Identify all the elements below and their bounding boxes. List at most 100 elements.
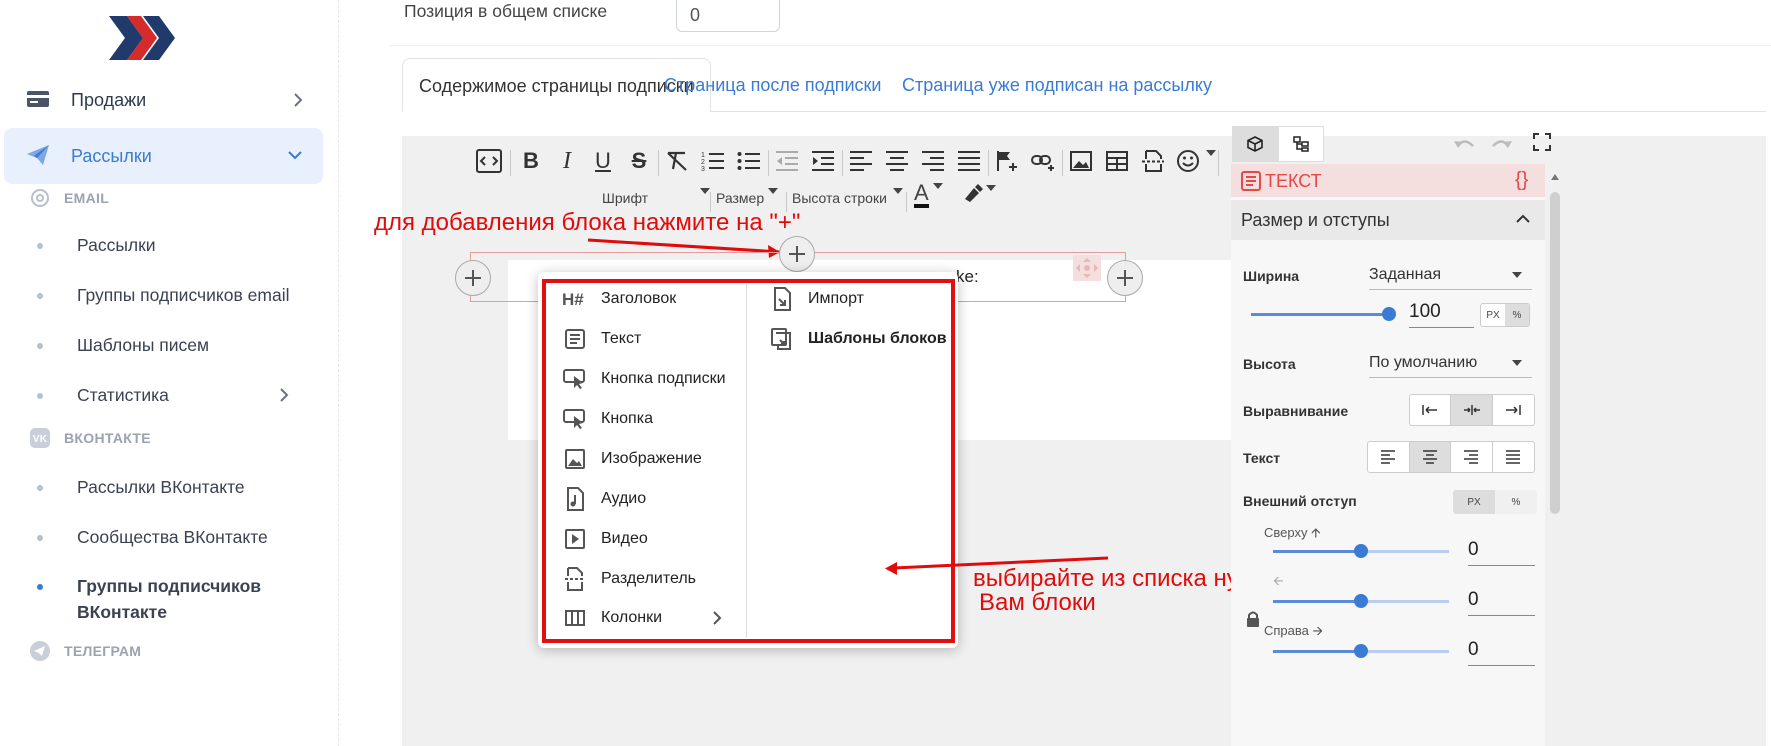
emoji-icon[interactable] — [1174, 146, 1204, 176]
svg-text:3: 3 — [701, 166, 705, 172]
text-align-center-icon[interactable] — [1409, 442, 1451, 472]
align-end-icon[interactable] — [1493, 395, 1534, 425]
menu-item-video[interactable]: Видео — [561, 524, 648, 554]
size-section-header[interactable]: Размер и отступы — [1231, 200, 1545, 240]
tab-structure[interactable] — [1278, 126, 1324, 162]
structure-icon — [1293, 136, 1309, 152]
nav-mailings[interactable]: Рассылки — [4, 128, 323, 184]
highlight-pen-icon[interactable] — [960, 182, 996, 207]
tab-block-settings[interactable] — [1232, 126, 1278, 162]
text-align-right-icon[interactable] — [1451, 442, 1493, 472]
width-slider-knob[interactable] — [1382, 307, 1396, 321]
emoji-dropdown-icon[interactable] — [1206, 150, 1216, 156]
text-align-justify-icon[interactable] — [1493, 442, 1534, 472]
flag-add-icon[interactable] — [992, 146, 1022, 176]
properties-panel: ТЕКСТ {} Размер и отступы Ширина Заданна… — [1231, 164, 1545, 746]
underline-icon[interactable]: U — [588, 146, 618, 176]
text-align-left-icon[interactable] — [1368, 442, 1410, 472]
menu-item-image[interactable]: Изображение — [561, 444, 702, 474]
align-justify-icon[interactable] — [954, 146, 984, 176]
block-text: ke: — [956, 267, 979, 286]
panel-scrollbar[interactable] — [1548, 170, 1562, 746]
menu-item-import[interactable]: Импорт — [768, 284, 864, 314]
chevron-down-icon — [1512, 360, 1522, 366]
width-value-input[interactable]: 100 — [1409, 298, 1474, 328]
image-icon[interactable] — [1066, 146, 1096, 176]
align-left-icon[interactable] — [846, 146, 876, 176]
bold-icon[interactable]: B — [516, 146, 546, 176]
align-center-icon[interactable] — [882, 146, 912, 176]
menu-item-audio[interactable]: Аудио — [561, 484, 646, 514]
align-start-icon[interactable] — [1410, 395, 1452, 425]
svg-text:1: 1 — [701, 152, 705, 159]
section-email: EMAIL — [30, 188, 109, 208]
ordered-list-icon[interactable]: 123 — [698, 146, 728, 176]
font-dropdown[interactable]: Шрифт — [602, 188, 711, 206]
page-break-icon[interactable] — [1138, 146, 1168, 176]
strikethrough-icon[interactable]: S — [624, 146, 654, 176]
chevron-right-icon — [293, 92, 303, 108]
add-block-right-button[interactable] — [1107, 260, 1143, 296]
brand-logo[interactable] — [109, 16, 179, 60]
telegram-icon — [30, 641, 50, 661]
tab-after-subscription[interactable]: Страница после подписки — [648, 58, 897, 112]
menu-item-columns[interactable]: Колонки — [561, 603, 722, 633]
margin-right-slider-knob[interactable] — [1354, 644, 1368, 658]
unit-percent-option[interactable]: % — [1505, 304, 1529, 326]
width-slider[interactable] — [1251, 307, 1396, 321]
link-add-icon[interactable] — [1028, 146, 1058, 176]
move-handle-icon[interactable] — [1073, 255, 1101, 281]
size-dropdown[interactable]: Размер — [716, 188, 779, 206]
table-icon[interactable] — [1102, 146, 1132, 176]
menu-item-heading[interactable]: H# Заголовок — [561, 284, 676, 314]
margin-right-slider[interactable] — [1273, 644, 1449, 658]
align-center-block-icon[interactable] — [1451, 395, 1493, 425]
line-height-dropdown[interactable]: Высота строки — [792, 188, 903, 206]
redo-icon[interactable] — [1490, 134, 1514, 152]
width-unit-toggle[interactable]: PX % — [1480, 303, 1530, 327]
alignment-buttons — [1409, 394, 1535, 426]
indent-icon[interactable] — [808, 146, 838, 176]
height-mode-select[interactable]: По умолчанию — [1369, 348, 1532, 378]
menu-item-subscribe-button[interactable]: Кнопка подписки — [561, 364, 726, 394]
fullscreen-icon[interactable] — [1532, 132, 1552, 152]
scrollbar-thumb[interactable] — [1550, 192, 1560, 514]
margin-top-slider[interactable] — [1273, 544, 1449, 558]
section-telegram: ТЕЛЕГРАМ — [30, 641, 141, 661]
align-right-icon[interactable] — [918, 146, 948, 176]
margin-top-input[interactable]: 0 — [1468, 536, 1535, 566]
menu-item-block-templates[interactable]: Шаблоны блоков — [768, 324, 947, 354]
section-vk: VK ВКОНТАКТЕ — [30, 428, 151, 448]
tab-already-subscribed[interactable]: Страница уже подписан на рассылку — [886, 58, 1228, 112]
text-color-button[interactable]: A — [914, 182, 943, 208]
undo-icon[interactable] — [1452, 134, 1476, 152]
unit-px-option[interactable]: PX — [1453, 490, 1495, 514]
bullet-list-icon[interactable] — [734, 146, 764, 176]
menu-item-divider[interactable]: Разделитель — [561, 564, 696, 594]
width-mode-select[interactable]: Заданная — [1369, 260, 1532, 290]
italic-icon[interactable]: I — [552, 146, 582, 176]
nav-sales[interactable]: Продажи — [4, 72, 323, 128]
menu-item-button[interactable]: Кнопка — [561, 404, 653, 434]
code-braces-icon[interactable]: {} — [1515, 169, 1528, 192]
add-block-left-button[interactable] — [455, 260, 491, 296]
menu-item-text[interactable]: Текст — [561, 324, 641, 354]
height-label: Высота — [1243, 356, 1296, 372]
margin-unit-toggle[interactable]: PX % — [1453, 490, 1537, 514]
video-icon — [561, 525, 589, 553]
margin-top-slider-knob[interactable] — [1354, 544, 1368, 558]
margin-left-slider[interactable] — [1273, 594, 1449, 608]
margin-left-slider-knob[interactable] — [1354, 594, 1368, 608]
position-input[interactable]: 0 — [676, 0, 780, 32]
unit-percent-option[interactable]: % — [1495, 490, 1537, 514]
source-code-icon[interactable] — [474, 146, 504, 176]
clear-format-icon[interactable] — [662, 146, 692, 176]
margin-right-input[interactable]: 0 — [1468, 636, 1535, 666]
chevron-up-icon — [1515, 214, 1531, 224]
margin-left-input[interactable]: 0 — [1468, 586, 1535, 616]
outdent-icon[interactable] — [772, 146, 802, 176]
sidebar-item-vk-groups[interactable]: Группы подписчиков ВКонтакте — [37, 573, 310, 625]
unit-px-option[interactable]: PX — [1481, 304, 1505, 326]
lock-icon[interactable] — [1245, 610, 1261, 628]
add-block-top-button[interactable] — [779, 236, 815, 272]
